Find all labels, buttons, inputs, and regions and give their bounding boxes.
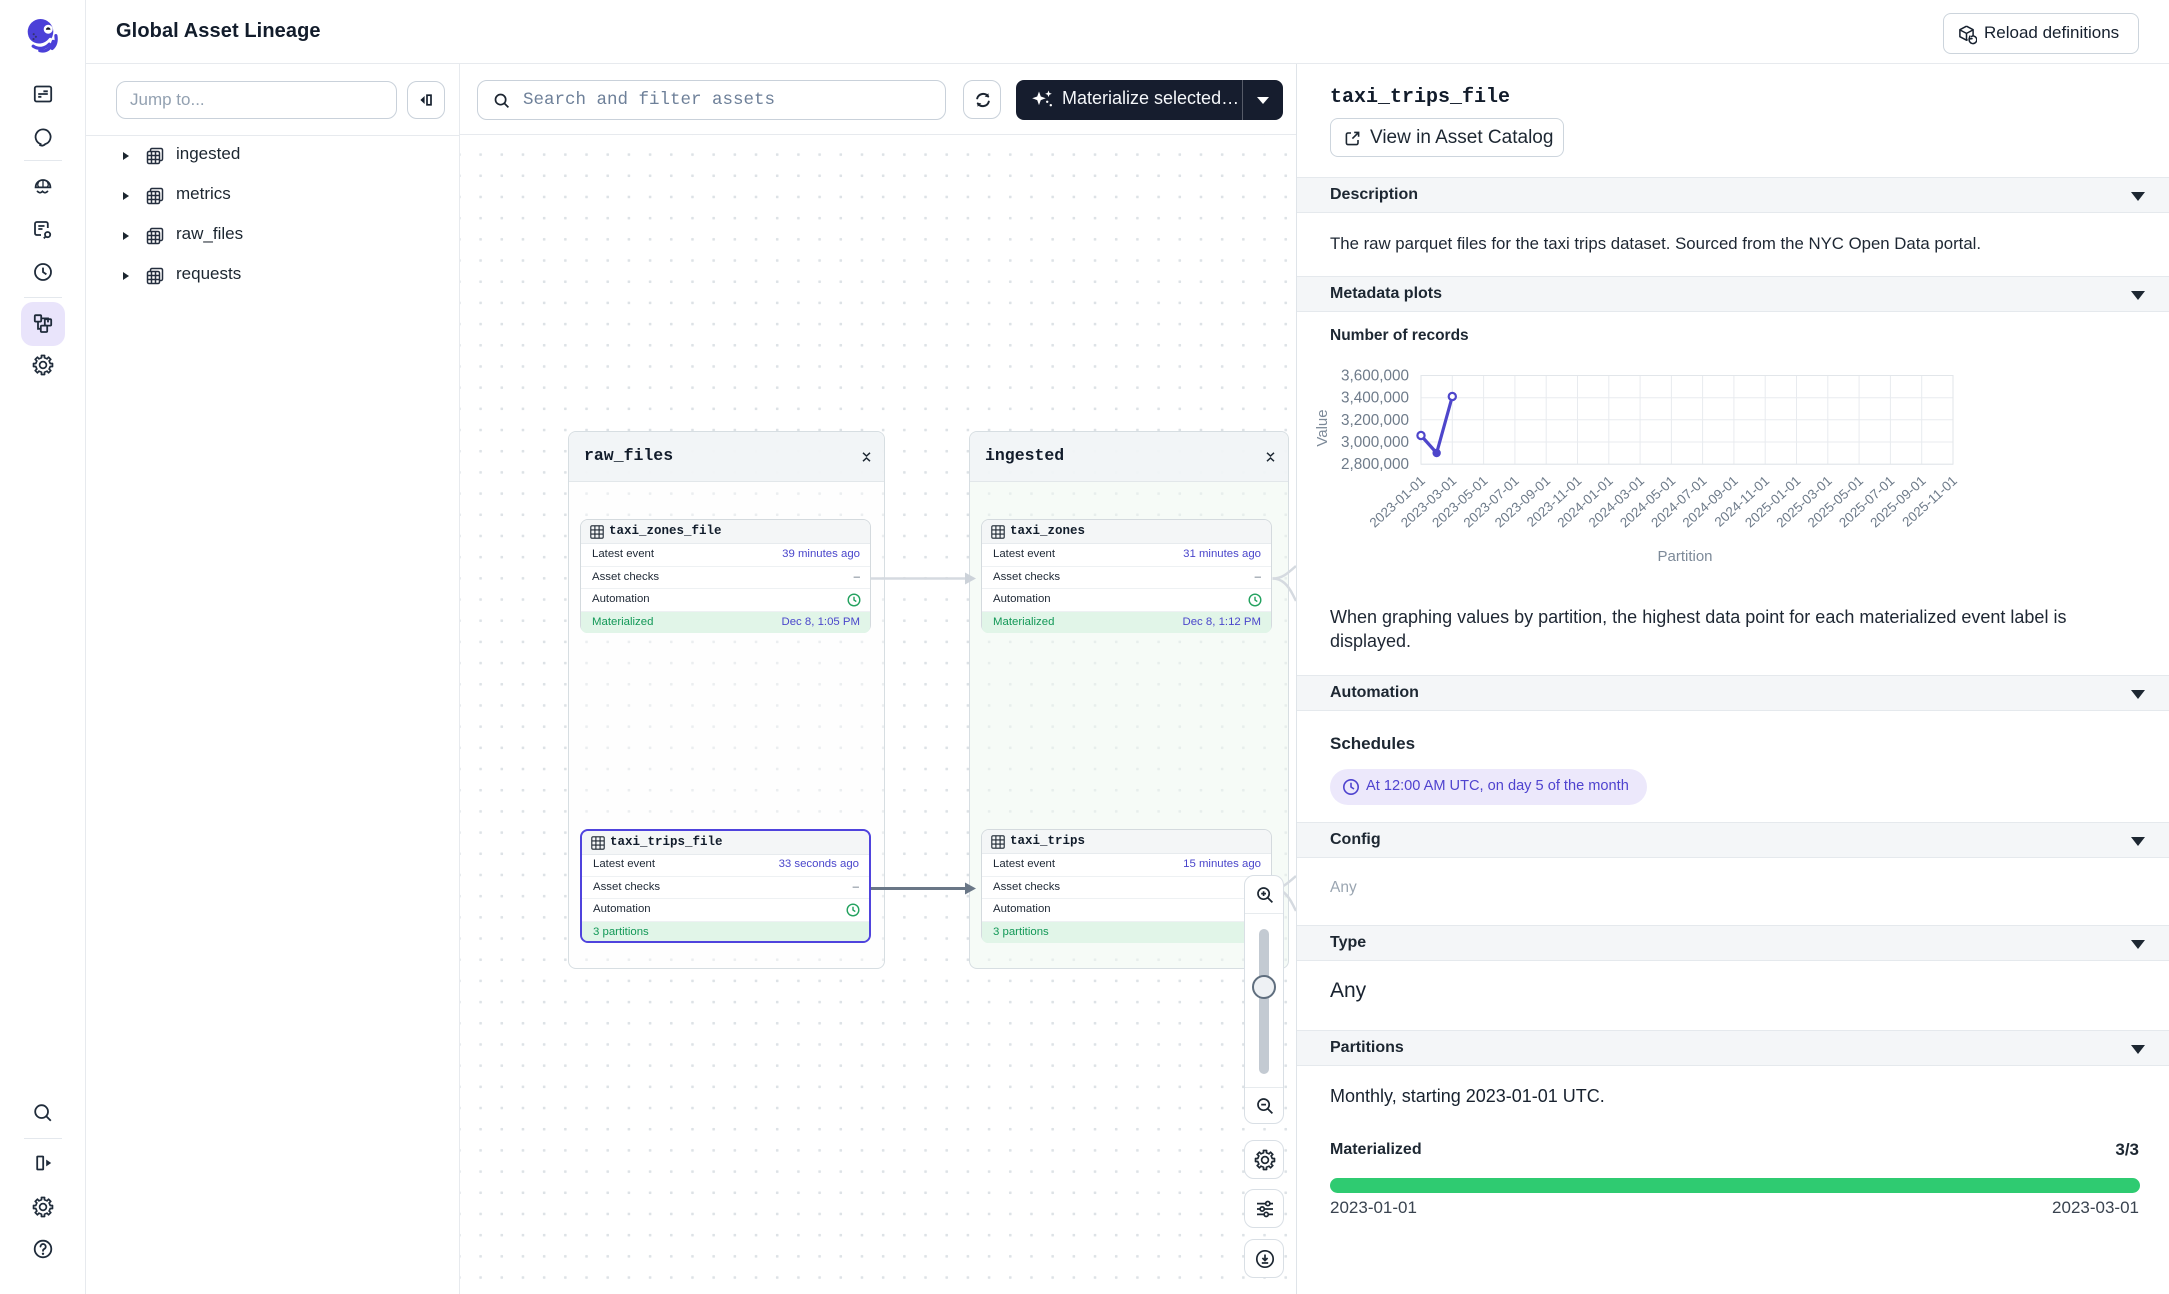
svg-text:3,200,000: 3,200,000: [1341, 412, 1409, 429]
svg-text:3,600,000: 3,600,000: [1341, 368, 1409, 385]
svg-text:3,400,000: 3,400,000: [1341, 390, 1409, 407]
svg-text:Value: Value: [1314, 409, 1331, 446]
svg-text:Partition: Partition: [1657, 548, 1712, 565]
svg-text:3,000,000: 3,000,000: [1341, 434, 1409, 451]
svg-text:2,800,000: 2,800,000: [1341, 456, 1409, 473]
